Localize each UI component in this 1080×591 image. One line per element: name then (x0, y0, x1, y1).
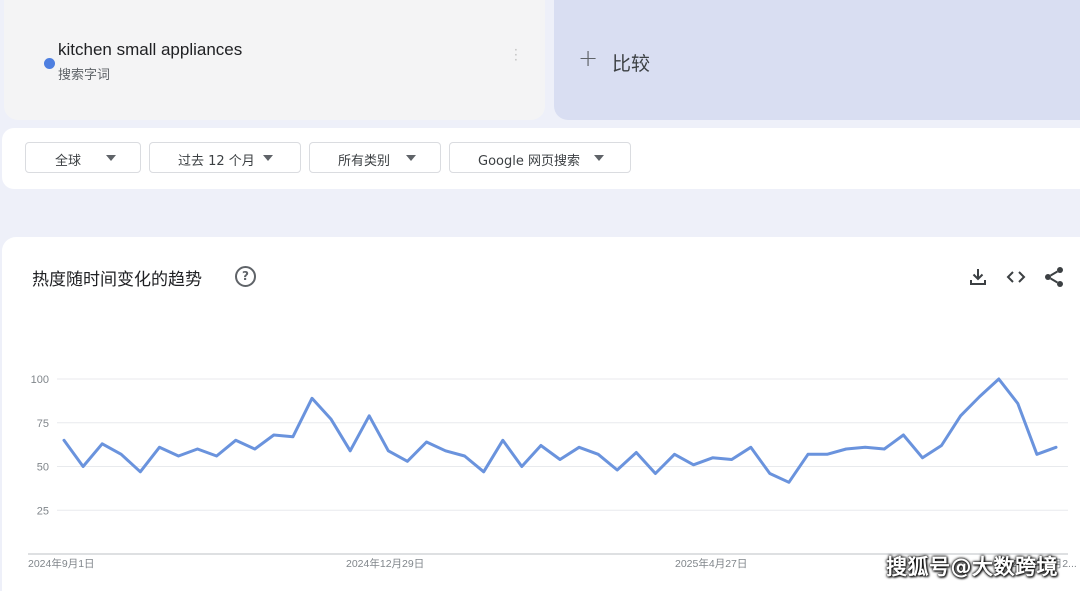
data-point (215, 454, 218, 458)
data-point (120, 453, 123, 456)
data-point (158, 446, 161, 449)
data-point (768, 472, 771, 475)
data-point (959, 414, 962, 417)
data-point (635, 451, 638, 454)
data-point (196, 447, 199, 451)
y-tick-label: 25 (37, 505, 49, 517)
x-tick-label: 2024年12月29日 (346, 557, 424, 570)
data-point (272, 433, 275, 437)
data-point (291, 435, 295, 438)
data-point (406, 460, 409, 463)
data-point (329, 418, 333, 421)
data-point (673, 453, 676, 456)
data-point (940, 444, 943, 447)
data-point (349, 449, 352, 452)
y-tick-label: 75 (37, 418, 49, 430)
data-point (730, 458, 733, 461)
data-point (845, 447, 848, 451)
data-point (310, 397, 314, 400)
data-point (482, 470, 485, 473)
data-point (1016, 402, 1019, 405)
data-point (425, 440, 428, 444)
trend-chart: 2550751002024年9月1日 2024年12月29日 2025年4月27日 2… (28, 374, 1077, 570)
data-point (387, 449, 390, 452)
data-point (997, 377, 1000, 381)
data-point (1035, 453, 1039, 456)
data-point (692, 463, 695, 466)
data-point (139, 470, 142, 473)
x-tick-label: 2024年9月1日 (28, 557, 95, 570)
data-point (825, 453, 829, 456)
data-point (368, 414, 371, 417)
y-tick-label: 100 (31, 374, 49, 386)
data-point (787, 481, 791, 484)
data-point (501, 439, 504, 442)
data-point (806, 453, 810, 456)
data-point (101, 442, 104, 445)
data-point (539, 444, 543, 447)
data-point (81, 465, 85, 468)
data-point (62, 439, 66, 442)
data-point (654, 472, 657, 475)
data-point (577, 446, 581, 449)
data-point (883, 447, 886, 451)
data-point (253, 447, 256, 451)
data-point (558, 458, 562, 461)
data-point (711, 456, 714, 459)
x-tick-label: 2025年4月27日 (675, 557, 747, 570)
data-point (1054, 446, 1058, 449)
data-point (749, 446, 752, 449)
data-point (597, 453, 600, 456)
data-point (902, 433, 905, 437)
data-point (616, 468, 619, 472)
data-point (177, 454, 180, 458)
data-point (520, 465, 523, 468)
y-tick-label: 50 (37, 462, 49, 474)
watermark-text: 搜狐号@大数跨境 (886, 555, 1058, 579)
data-point (463, 454, 466, 458)
data-point (234, 439, 237, 442)
data-point (444, 449, 447, 452)
data-point (921, 456, 924, 459)
data-point (978, 395, 981, 398)
data-point (864, 446, 867, 449)
